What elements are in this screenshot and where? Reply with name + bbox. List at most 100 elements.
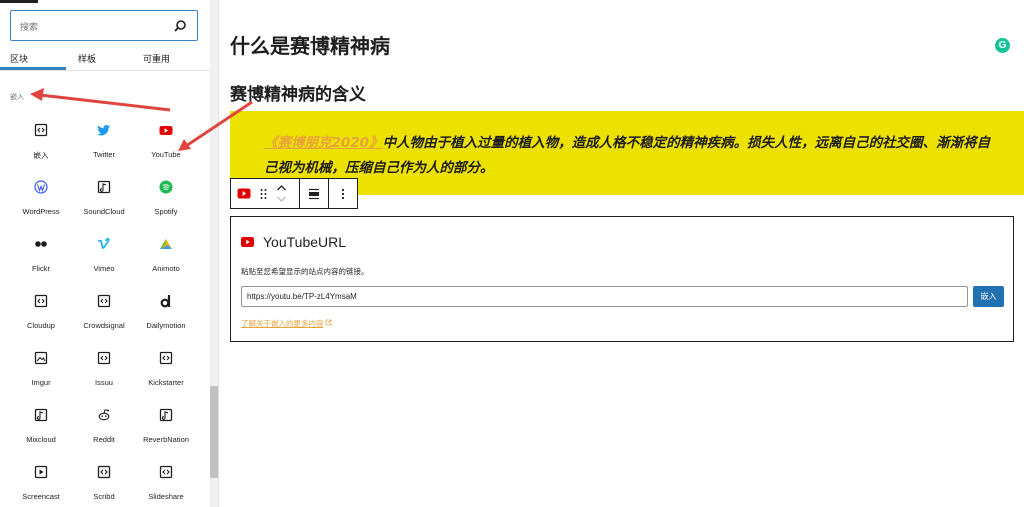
- block-scribd[interactable]: Scribd: [73, 460, 135, 507]
- block-dailymotion[interactable]: Dailymotion: [135, 289, 197, 339]
- scribd-icon: [97, 465, 111, 479]
- imgur-icon: [34, 351, 48, 365]
- embed-button[interactable]: 嵌入: [973, 286, 1004, 307]
- block-soundcloud[interactable]: SoundCloud: [73, 175, 135, 225]
- block-label: Spotify: [154, 207, 178, 216]
- paragraph-text[interactable]: 《赛博朋克2020》中人物由于植入过量的植入物，造成人格不稳定的精神疾病。损失人…: [264, 131, 994, 181]
- block-label: YouTube: [151, 150, 181, 159]
- top-indicator: [0, 0, 38, 3]
- drag-handle-icon: [260, 189, 267, 199]
- block-label: ReverbNation: [143, 435, 189, 444]
- editor-canvas: 什么是赛博精神病 G 赛博精神病的含义 《赛博朋克2020》中人物由于植入过量的…: [219, 0, 1024, 507]
- block-label: Imgur: [31, 378, 51, 387]
- block-type-button[interactable]: [231, 179, 257, 208]
- mixcloud-icon: [34, 408, 48, 422]
- screencast-icon: [34, 465, 48, 479]
- post-title[interactable]: 什么是赛博精神病: [230, 30, 390, 59]
- block-wordpress[interactable]: WordPress: [10, 175, 72, 225]
- quote-link[interactable]: 《赛博朋克2020》: [264, 135, 383, 151]
- block-toolbar: [230, 178, 358, 209]
- youtube-icon: [159, 126, 173, 135]
- dailymotion-icon: [160, 295, 171, 308]
- block-label: Animoto: [152, 264, 180, 273]
- chevron-up-icon[interactable]: [276, 184, 287, 192]
- embed-generic-icon: [34, 123, 48, 137]
- block-label: WordPress: [22, 207, 60, 216]
- block-label: Slideshare: [148, 492, 184, 501]
- tab-reusable[interactable]: 可重用: [143, 52, 170, 65]
- wordpress-icon: [34, 180, 48, 194]
- block-label: Dailymotion: [146, 321, 186, 330]
- move-buttons: [271, 179, 293, 208]
- external-link-icon: [325, 319, 331, 326]
- chevron-down-icon[interactable]: [276, 195, 287, 203]
- active-tab-indicator: [0, 67, 66, 70]
- block-cloudup[interactable]: Cloudup: [10, 289, 72, 339]
- block-label: Vimeo: [93, 264, 115, 273]
- block-inserter-panel: 搜索 区块 样板 可重用 嵌入 嵌入 Twitter YouTube WordP…: [0, 0, 219, 507]
- block-issuu[interactable]: Issuu: [73, 346, 135, 396]
- grammarly-icon[interactable]: G: [995, 38, 1010, 53]
- block-vimeo[interactable]: Vimeo: [73, 232, 135, 282]
- youtube-icon: [237, 188, 251, 199]
- embed-instructions: 粘贴至您希望显示的站点内容的链接。: [241, 267, 369, 276]
- block-label: SoundCloud: [83, 207, 125, 216]
- block-crowdsignal[interactable]: Crowdsignal: [73, 289, 135, 339]
- drag-handle[interactable]: [257, 179, 271, 208]
- block-label: Reddit: [93, 435, 115, 444]
- block-label: Flickr: [32, 264, 50, 273]
- block-label: Mixcloud: [26, 435, 56, 444]
- block-label: 嵌入: [33, 151, 49, 160]
- block-label: Screencast: [22, 492, 60, 501]
- block-label: Crowdsignal: [83, 321, 125, 330]
- inserter-tabs: 区块 样板 可重用: [0, 47, 210, 71]
- more-vertical-icon: [341, 188, 345, 200]
- scrollbar-thumb[interactable]: [210, 386, 218, 478]
- spotify-icon: [159, 180, 173, 194]
- cloudup-icon: [34, 294, 48, 308]
- soundcloud-icon: [97, 180, 111, 194]
- search-input[interactable]: 搜索: [10, 10, 198, 41]
- tab-blocks[interactable]: 区块: [10, 52, 28, 65]
- embed-url-input[interactable]: https://youtu.be/TP-zL4YmsaM: [241, 286, 968, 307]
- block-label: Kickstarter: [148, 378, 184, 387]
- twitter-icon: [97, 125, 110, 136]
- learn-more-text: 了解关于嵌入的更多内容: [241, 319, 324, 328]
- category-label: 嵌入: [10, 94, 24, 101]
- learn-more-link[interactable]: 了解关于嵌入的更多内容: [241, 318, 332, 329]
- kickstarter-icon: [159, 351, 173, 365]
- block-screencast[interactable]: Screencast: [10, 460, 72, 507]
- block-label: Issuu: [95, 378, 113, 387]
- heading-block[interactable]: 赛博精神病的含义: [230, 80, 366, 105]
- flickr-icon: [35, 241, 47, 247]
- vimeo-icon: [97, 238, 110, 249]
- block-embed[interactable]: 嵌入: [10, 118, 72, 168]
- block-flickr[interactable]: Flickr: [10, 232, 72, 282]
- block-reddit[interactable]: Reddit: [73, 403, 135, 453]
- block-kickstarter[interactable]: Kickstarter: [135, 346, 197, 396]
- align-wide-icon: [309, 188, 319, 200]
- block-animoto[interactable]: Animoto: [135, 232, 197, 282]
- tab-patterns[interactable]: 样板: [78, 52, 96, 65]
- youtube-icon: [241, 237, 254, 247]
- embed-title: YouTubeURL: [263, 234, 347, 250]
- issuu-icon: [97, 351, 111, 365]
- reddit-icon: [98, 409, 110, 421]
- animoto-icon: [160, 239, 172, 249]
- block-youtube[interactable]: YouTube: [135, 118, 197, 168]
- block-label: Cloudup: [27, 321, 55, 330]
- align-button[interactable]: [300, 179, 328, 208]
- block-spotify[interactable]: Spotify: [135, 175, 197, 225]
- block-mixcloud[interactable]: Mixcloud: [10, 403, 72, 453]
- crowdsignal-icon: [97, 294, 111, 308]
- reverbnation-icon: [159, 408, 173, 422]
- block-twitter[interactable]: Twitter: [73, 118, 135, 168]
- search-icon[interactable]: [173, 19, 187, 33]
- block-label: Twitter: [92, 150, 116, 159]
- block-slideshare[interactable]: Slideshare: [135, 460, 197, 507]
- slideshare-icon: [159, 465, 173, 479]
- search-placeholder: 搜索: [20, 22, 39, 32]
- more-options-button[interactable]: [329, 179, 357, 208]
- block-imgur[interactable]: Imgur: [10, 346, 72, 396]
- block-reverbnation[interactable]: ReverbNation: [135, 403, 197, 453]
